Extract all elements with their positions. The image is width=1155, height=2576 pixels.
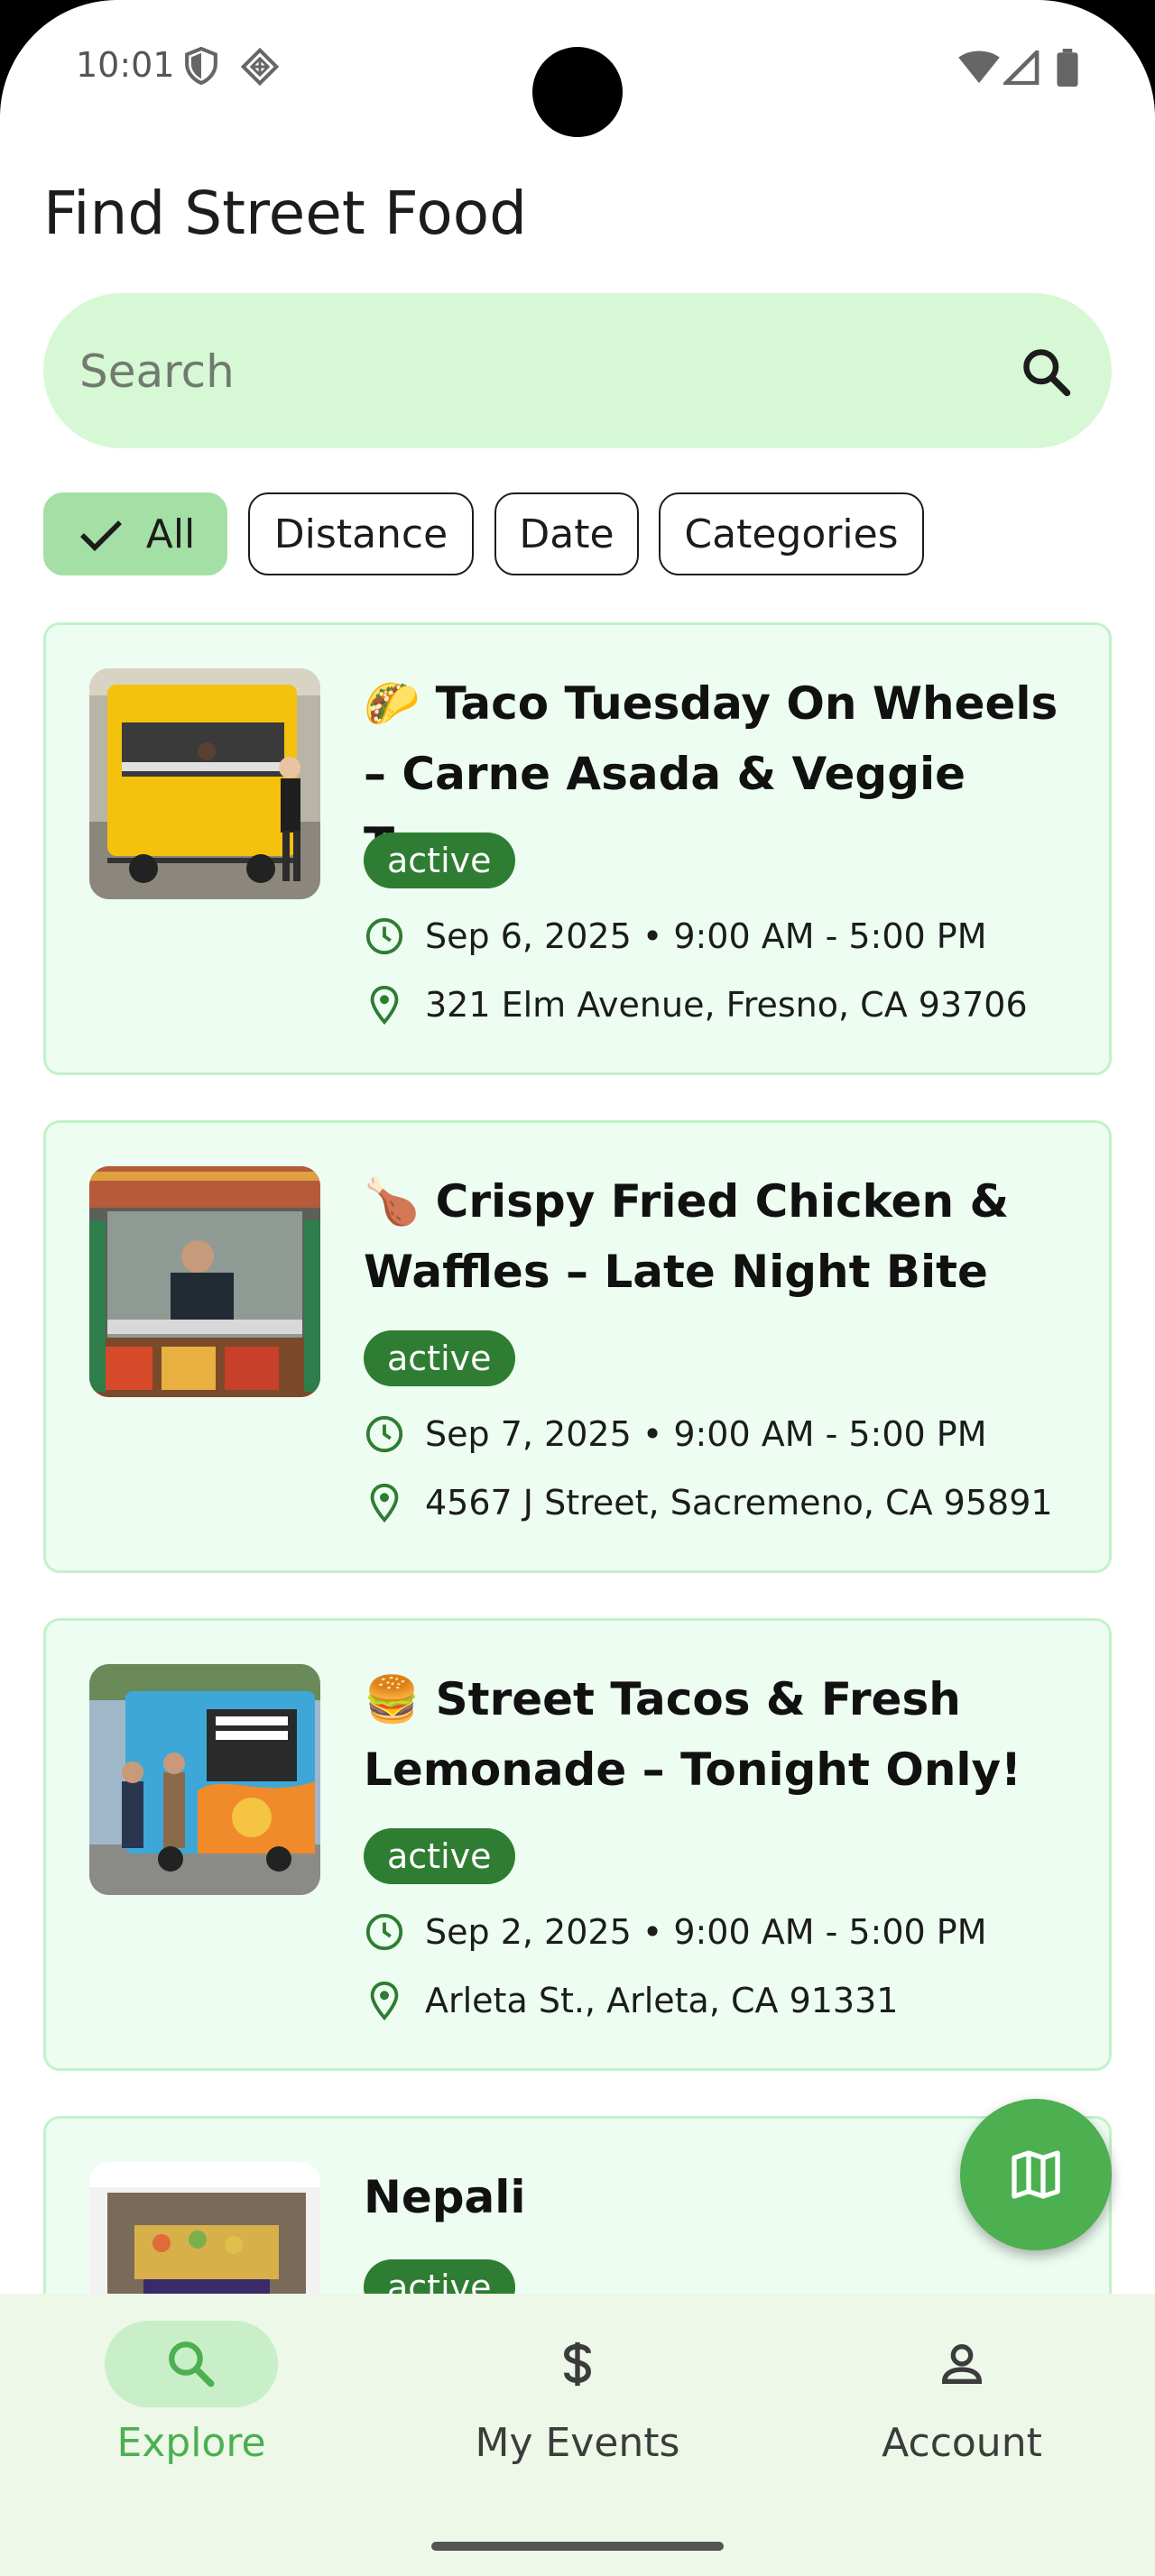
search-icon[interactable] — [1020, 345, 1074, 400]
clock-icon — [365, 1415, 403, 1453]
nav-label: My Events — [475, 2420, 680, 2466]
shield-icon — [184, 46, 218, 88]
filter-chip-categories[interactable]: Categories — [659, 492, 924, 575]
event-card[interactable]: 🌮 Taco Tuesday On Wheels – Carne Asada &… — [43, 622, 1112, 1075]
event-datetime: Sep 2, 2025 • 9:00 AM - 5:00 PM — [364, 1909, 987, 1955]
status-badge: active — [364, 1330, 515, 1386]
cell-signal-icon — [1001, 47, 1040, 88]
nav-active-indicator — [105, 2321, 278, 2407]
search-icon — [169, 2341, 215, 2387]
event-thumbnail — [89, 1664, 320, 1895]
search-input[interactable] — [78, 293, 984, 450]
filter-chip-distance[interactable]: Distance — [248, 492, 474, 575]
nav-label: Account — [882, 2420, 1042, 2466]
status-bar: 10:01 — [0, 0, 1155, 137]
filter-chip-all[interactable]: All — [43, 492, 227, 575]
clock-icon — [365, 917, 403, 955]
location-pin-icon — [370, 985, 399, 1026]
event-thumbnail — [89, 668, 320, 899]
location-pin-icon — [370, 1981, 399, 2021]
filter-chip-label: Date — [519, 511, 614, 557]
event-title: 🍔 Street Tacos & Fresh Lemonade – Tonigh… — [364, 1673, 1021, 1796]
battery-icon — [1056, 49, 1079, 90]
page-title: Find Street Food — [43, 179, 527, 248]
diamond-pattern-icon — [240, 47, 280, 90]
map-icon — [1012, 2150, 1060, 2199]
event-title: 🍗 Crispy Fried Chicken & Waffles – Late … — [364, 1175, 1010, 1298]
event-datetime-text: Sep 2, 2025 • 9:00 AM - 5:00 PM — [425, 1912, 987, 1952]
home-indicator[interactable] — [431, 2542, 724, 2551]
event-datetime: Sep 6, 2025 • 9:00 AM - 5:00 PM — [364, 914, 987, 959]
event-datetime: Sep 7, 2025 • 9:00 AM - 5:00 PM — [364, 1412, 987, 1457]
event-card[interactable]: 🍔 Street Tacos & Fresh Lemonade – Tonigh… — [43, 1618, 1112, 2071]
event-location: Arleta St., Arleta, CA 91331 — [364, 1978, 898, 2023]
event-location: 4567 J Street, Sacremeno, CA 95891 — [364, 1480, 1053, 1525]
bottom-navigation: Explore My Events Account — [0, 2294, 1155, 2576]
nav-item-my-events[interactable]: My Events — [433, 2321, 722, 2528]
event-location-text: 4567 J Street, Sacremeno, CA 95891 — [425, 1483, 1053, 1523]
map-fab-button[interactable] — [960, 2099, 1112, 2250]
filter-chip-label: Distance — [273, 511, 448, 557]
filter-chip-date[interactable]: Date — [494, 492, 639, 575]
nav-icon-holder — [875, 2321, 1049, 2407]
filter-chip-label: All — [145, 511, 196, 557]
status-badge: active — [364, 1828, 515, 1884]
search-bar[interactable] — [43, 293, 1112, 450]
event-datetime-text: Sep 6, 2025 • 9:00 AM - 5:00 PM — [425, 916, 987, 956]
nav-item-account[interactable]: Account — [818, 2321, 1106, 2528]
wifi-icon — [958, 51, 1000, 88]
nav-label: Explore — [116, 2420, 266, 2466]
status-time: 10:01 — [76, 45, 175, 85]
event-location: 321 Elm Avenue, Fresno, CA 93706 — [364, 982, 1028, 1027]
filter-chip-label: Categories — [684, 511, 899, 557]
dollar-icon — [564, 2341, 591, 2387]
event-location-text: 321 Elm Avenue, Fresno, CA 93706 — [425, 985, 1028, 1025]
person-icon — [942, 2344, 982, 2384]
checkmark-icon — [79, 520, 122, 552]
event-location-text: Arleta St., Arleta, CA 91331 — [425, 1981, 899, 2020]
clock-icon — [365, 1913, 403, 1951]
nav-item-explore[interactable]: Explore — [47, 2321, 336, 2528]
app-screen: 10:01 Find Street Food All D — [0, 0, 1155, 2576]
event-thumbnail — [89, 1166, 320, 1397]
event-card[interactable]: 🍗 Crispy Fried Chicken & Waffles – Late … — [43, 1120, 1112, 1573]
front-camera — [532, 47, 623, 137]
status-badge: active — [364, 833, 515, 888]
event-datetime-text: Sep 7, 2025 • 9:00 AM - 5:00 PM — [425, 1414, 987, 1454]
nav-icon-holder — [491, 2321, 664, 2407]
location-pin-icon — [370, 1483, 399, 1523]
